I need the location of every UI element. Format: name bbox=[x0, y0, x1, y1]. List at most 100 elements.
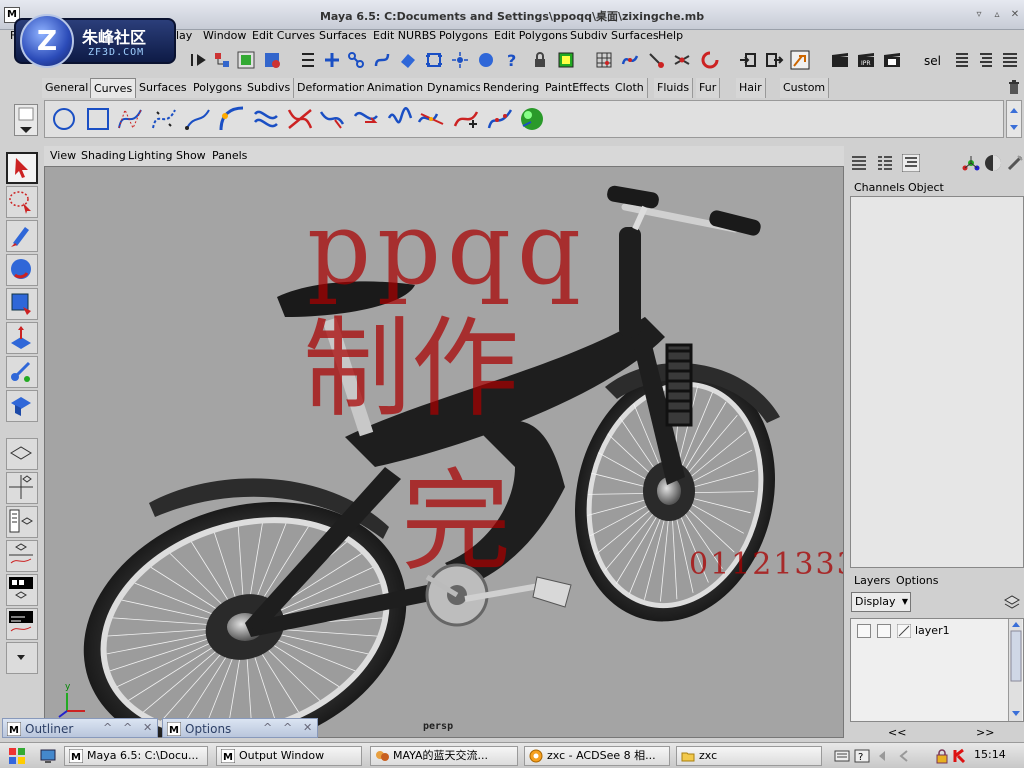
minimize-button[interactable]: ▿ bbox=[972, 9, 986, 21]
extend-curve-icon[interactable] bbox=[351, 104, 381, 134]
select-by-object-icon[interactable] bbox=[236, 50, 256, 70]
layer-scrollbar[interactable] bbox=[1008, 619, 1022, 721]
panel-menu-view[interactable]: View bbox=[50, 149, 76, 162]
start-button-icon[interactable] bbox=[4, 746, 30, 766]
select-dynamics-icon[interactable] bbox=[450, 50, 470, 70]
layer-prev-button[interactable]: << bbox=[888, 726, 906, 739]
layer-type-toggle[interactable] bbox=[877, 624, 891, 638]
select-by-hierarchy-icon[interactable] bbox=[212, 50, 232, 70]
task-acdsee[interactable]: zxc - ACDSee 8 相... bbox=[524, 746, 670, 766]
menu-set-divider-icon[interactable] bbox=[188, 50, 208, 70]
menu-help[interactable]: Help bbox=[658, 29, 683, 42]
layer-name[interactable]: layer1 bbox=[915, 624, 950, 637]
layout-persp-graph-button[interactable] bbox=[6, 540, 38, 572]
ep-curve-tool-icon[interactable] bbox=[149, 104, 179, 134]
rotate-tool-button[interactable] bbox=[6, 288, 38, 320]
keyboard-icon[interactable] bbox=[834, 749, 850, 763]
hypergraph-icon[interactable] bbox=[962, 154, 980, 172]
select-deformations-icon[interactable] bbox=[424, 50, 444, 70]
render-globals-icon[interactable] bbox=[882, 50, 902, 70]
lasso-tool-button[interactable] bbox=[6, 186, 38, 218]
menu-edit-nurbs[interactable]: Edit NURBS bbox=[373, 29, 436, 42]
select-curves-icon[interactable] bbox=[372, 50, 392, 70]
channel-box[interactable] bbox=[850, 196, 1024, 568]
outliner-close-icon[interactable]: ✕ bbox=[143, 721, 152, 734]
shelf-tab-surfaces[interactable]: Surfaces bbox=[136, 78, 191, 98]
outliner-panel[interactable]: M Outliner ^ ^ ✕ bbox=[2, 718, 158, 738]
shelf-tab-custom[interactable]: Custom bbox=[780, 78, 830, 98]
arc-tool-icon[interactable] bbox=[217, 104, 247, 134]
outliner-minimize-icon[interactable]: ^ bbox=[103, 721, 112, 734]
select-rendering-icon[interactable] bbox=[476, 50, 496, 70]
layer-mode-dropdown[interactable]: Display ▼ bbox=[851, 592, 911, 612]
select-surfaces-icon[interactable] bbox=[398, 50, 418, 70]
panel-menu-panels[interactable]: Panels bbox=[212, 149, 247, 162]
shelf-scrollbar[interactable] bbox=[1006, 100, 1022, 138]
select-tool-button[interactable] bbox=[6, 152, 38, 184]
menu-surfaces[interactable]: Surfaces bbox=[319, 29, 367, 42]
tray-expand-icon[interactable] bbox=[898, 749, 910, 763]
new-layer-icon[interactable] bbox=[1003, 594, 1021, 610]
shelf-menu-button[interactable] bbox=[14, 104, 38, 136]
nurbs-circle-icon[interactable] bbox=[49, 104, 79, 134]
construction-history-icon[interactable] bbox=[790, 50, 810, 70]
last-tool-button[interactable] bbox=[6, 390, 38, 422]
selection-field[interactable]: sel bbox=[924, 54, 941, 68]
layer-editor-only-icon[interactable] bbox=[902, 154, 920, 172]
highlight-selection-icon[interactable] bbox=[556, 50, 576, 70]
attribute-editor-toggle-icon[interactable] bbox=[976, 50, 996, 70]
layout-hypershade-button[interactable] bbox=[6, 574, 38, 606]
menu-window[interactable]: Window bbox=[203, 29, 246, 42]
snap-to-view-plane-icon[interactable] bbox=[672, 50, 692, 70]
paint-select-tool-button[interactable] bbox=[6, 220, 38, 252]
task-qq-chat[interactable]: MAYA的蓝天交流... bbox=[370, 746, 518, 766]
maximize-button[interactable]: ▵ bbox=[990, 9, 1004, 21]
intersect-curves-icon[interactable] bbox=[285, 104, 315, 134]
select-joints-icon[interactable] bbox=[346, 50, 366, 70]
options-maximize-icon[interactable]: ^ bbox=[283, 721, 292, 734]
nurbs-square-icon[interactable] bbox=[83, 104, 113, 134]
options-minimize-icon[interactable]: ^ bbox=[263, 721, 272, 734]
task-folder-zxc[interactable]: zxc bbox=[676, 746, 822, 766]
move-tool-button[interactable] bbox=[6, 254, 38, 286]
options-panel[interactable]: M Options ^ ^ ✕ bbox=[162, 718, 318, 738]
layer-color-swatch-icon[interactable] bbox=[897, 624, 911, 638]
shelf-tab-rendering[interactable]: Rendering bbox=[480, 78, 544, 98]
shelf-tab-curves[interactable]: Curves bbox=[90, 78, 137, 98]
shelf-tab-general[interactable]: General bbox=[42, 78, 93, 98]
panel-menu-show[interactable]: Show bbox=[176, 149, 206, 162]
tray-options-icon[interactable] bbox=[874, 749, 890, 763]
shelf-tab-fur[interactable]: Fur bbox=[696, 78, 721, 98]
layout-outliner-persp-button[interactable] bbox=[6, 506, 38, 538]
shelf-tab-polygons[interactable]: Polygons bbox=[190, 78, 246, 98]
ipr-render-icon[interactable]: IPR bbox=[856, 50, 876, 70]
layout-single-pane-button[interactable] bbox=[6, 438, 38, 470]
select-handles-icon[interactable] bbox=[322, 50, 342, 70]
outliner-maximize-icon[interactable]: ^ bbox=[123, 721, 132, 734]
shelf-tab-animation[interactable]: Animation bbox=[364, 78, 428, 98]
tool-pick-icon[interactable] bbox=[1006, 154, 1024, 172]
select-misc-icon[interactable]: ? bbox=[502, 50, 522, 70]
rebuild-curve-icon[interactable] bbox=[485, 104, 515, 134]
channels-menu[interactable]: Channels bbox=[854, 181, 905, 194]
shelf-tab-fluids[interactable]: Fluids bbox=[654, 78, 694, 98]
render-frame-icon[interactable] bbox=[830, 50, 850, 70]
menu-edit-curves[interactable]: Edit Curves bbox=[252, 29, 315, 42]
object-menu[interactable]: Object bbox=[908, 181, 944, 194]
cut-curves-icon[interactable] bbox=[317, 104, 347, 134]
make-live-icon[interactable] bbox=[700, 50, 720, 70]
layer-visibility-toggle[interactable] bbox=[857, 624, 871, 638]
layers-options-menu[interactable]: Options bbox=[896, 574, 938, 587]
antivirus-icon[interactable] bbox=[952, 748, 968, 764]
menu-display[interactable]: lay bbox=[176, 29, 192, 42]
menu-polygons[interactable]: Polygons bbox=[439, 29, 488, 42]
lock-selection-icon[interactable] bbox=[530, 50, 550, 70]
shelf-tab-subdivs[interactable]: Subdivs bbox=[244, 78, 295, 98]
layer-next-button[interactable]: >> bbox=[976, 726, 994, 739]
channel-layer-split-icon[interactable] bbox=[876, 154, 894, 172]
menu-edit-polygons[interactable]: Edit Polygons bbox=[494, 29, 568, 42]
offset-curve-icon[interactable] bbox=[251, 104, 281, 134]
insert-knot-icon[interactable] bbox=[451, 104, 481, 134]
menu-subdiv-surfaces[interactable]: Subdiv Surfaces bbox=[570, 29, 659, 42]
manipulator-tool-button[interactable] bbox=[6, 356, 38, 388]
